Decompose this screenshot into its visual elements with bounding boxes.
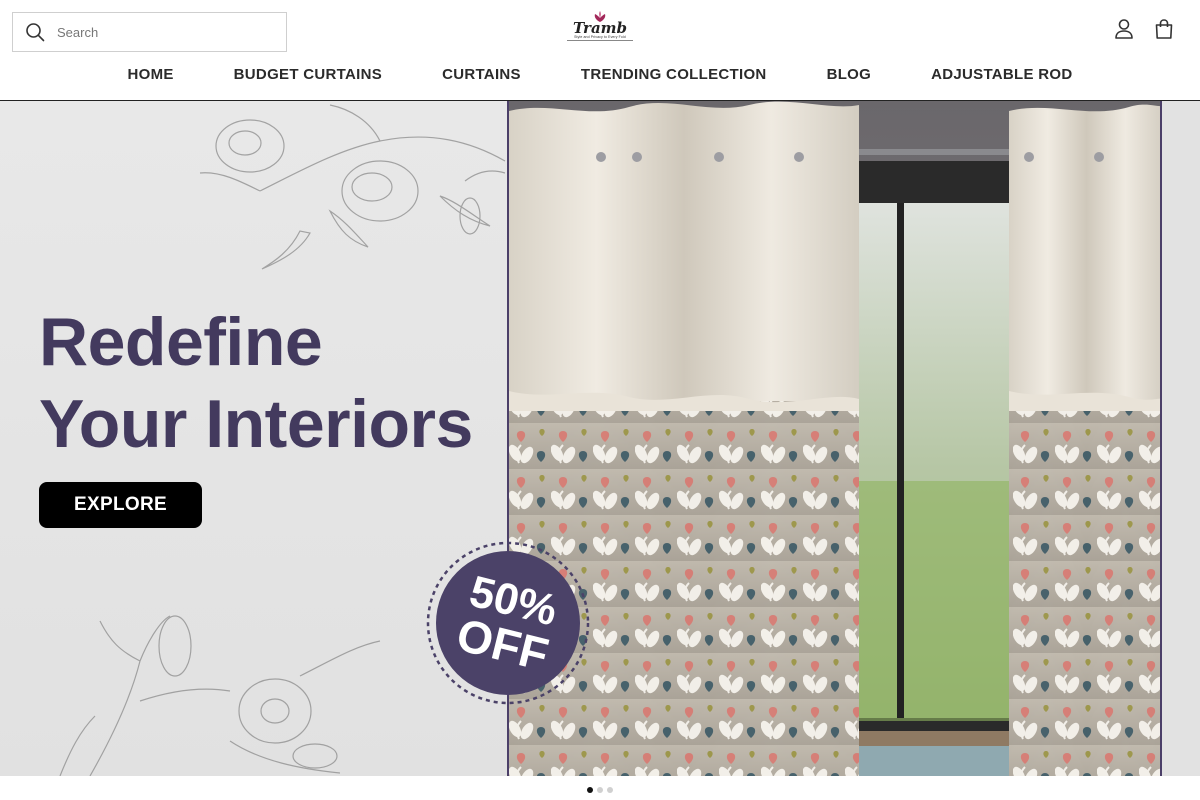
headline-line-1: Redefine — [39, 304, 323, 380]
account-icon[interactable] — [1114, 18, 1134, 40]
explore-button[interactable]: EXPLORE — [39, 482, 202, 528]
logo-wordmark: Tramb — [572, 19, 628, 37]
curtain-photo — [507, 101, 1162, 776]
search-icon[interactable] — [25, 22, 45, 42]
nav-trending-collection[interactable]: TRENDING COLLECTION — [581, 66, 767, 83]
nav-curtains[interactable]: CURTAINS — [442, 66, 521, 83]
nav-adjustable-rod[interactable]: ADJUSTABLE ROD — [931, 66, 1072, 83]
search-input[interactable] — [57, 24, 257, 40]
search-box[interactable] — [12, 12, 287, 52]
carousel-dot-2[interactable] — [597, 787, 603, 793]
cart-icon[interactable] — [1154, 18, 1174, 40]
header-actions — [1114, 18, 1174, 40]
site-header: Tramb Style and Privacy to Every Fold HO… — [0, 0, 1200, 101]
account-button[interactable] — [1114, 18, 1134, 40]
discount-badge: 50% OFF — [426, 541, 590, 705]
hero-right-edge — [1162, 101, 1200, 776]
hero-banner[interactable]: Redefine Your Interiors EXPLORE 50% OFF — [0, 101, 1200, 776]
logo-tagline: Style and Privacy to Every Fold — [567, 35, 633, 41]
carousel-dots — [0, 787, 1200, 793]
nav-blog[interactable]: BLOG — [827, 66, 872, 83]
carousel-dot-1[interactable] — [587, 787, 593, 793]
cart-button[interactable] — [1154, 18, 1174, 40]
main-nav: HOME BUDGET CURTAINS CURTAINS TRENDING C… — [0, 66, 1200, 83]
hero-headline: Redefine Your Interiors — [39, 301, 473, 465]
nav-budget-curtains[interactable]: BUDGET CURTAINS — [234, 66, 382, 83]
nav-home[interactable]: HOME — [127, 66, 173, 83]
curtain-illustration — [509, 101, 1160, 776]
headline-line-2: Your Interiors — [39, 386, 473, 462]
carousel-dot-3[interactable] — [607, 787, 613, 793]
logo[interactable]: Tramb Style and Privacy to Every Fold — [567, 11, 633, 53]
